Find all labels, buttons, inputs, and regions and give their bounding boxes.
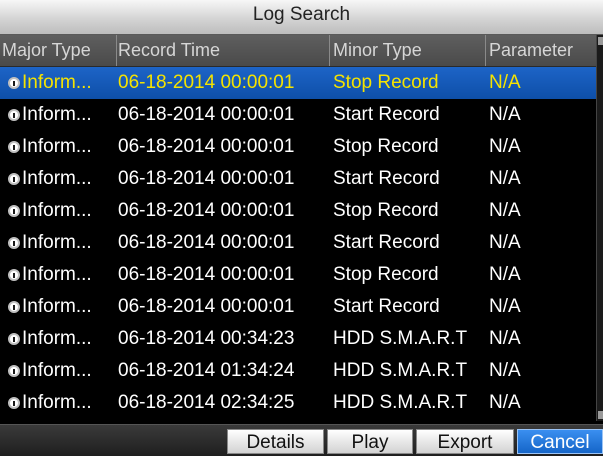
info-icon	[8, 141, 20, 153]
cell-major-type: Inform...	[22, 264, 92, 285]
cell-parameter: N/A	[489, 264, 521, 285]
vertical-scrollbar[interactable]	[596, 35, 603, 421]
cell-record-time: 06-18-2014 00:00:01	[118, 168, 295, 189]
play-button[interactable]: Play	[327, 429, 413, 454]
column-header-parameter[interactable]: Parameter	[489, 35, 593, 66]
cell-major-type: Inform...	[22, 232, 92, 253]
cell-minor-type: Start Record	[333, 104, 440, 125]
table-header: Major Type Record Time Minor Type Parame…	[0, 35, 603, 67]
scroll-up-arrow-icon[interactable]	[598, 37, 603, 45]
table-row[interactable]: Inform... 06-18-2014 00:00:01 Start Record…	[0, 227, 596, 259]
cell-parameter: N/A	[489, 72, 521, 93]
column-divider[interactable]	[485, 35, 486, 66]
cell-major-type: Inform...	[22, 296, 92, 317]
cell-record-time: 06-18-2014 00:00:01	[118, 200, 295, 221]
button-bar: Details Play Export Cancel	[0, 424, 603, 456]
cell-minor-type: HDD S.M.A.R.T	[333, 328, 468, 349]
window-title: Log Search	[252, 4, 351, 25]
info-icon	[8, 77, 20, 89]
cell-minor-type: Stop Record	[333, 264, 439, 285]
cell-parameter: N/A	[489, 360, 521, 381]
cell-minor-type: Start Record	[333, 296, 440, 317]
cell-minor-type: HDD S.M.A.R.T	[333, 360, 468, 381]
cell-parameter: N/A	[489, 200, 521, 221]
cell-minor-type: Stop Record	[333, 72, 439, 93]
cell-record-time: 06-18-2014 00:00:01	[118, 104, 295, 125]
title-bar: Log Search	[0, 0, 603, 35]
cell-minor-type: Stop Record	[333, 200, 439, 221]
table-row[interactable]: Inform... 06-18-2014 00:00:01 Stop Record N…	[0, 67, 596, 99]
cell-minor-type: Start Record	[333, 168, 440, 189]
cell-minor-type: Start Record	[333, 232, 440, 253]
cell-parameter: N/A	[489, 104, 521, 125]
info-icon	[8, 397, 20, 409]
cell-parameter: N/A	[489, 136, 521, 157]
table-row[interactable]: Inform... 06-18-2014 01:34:24 HDD S.M.A.R.…	[0, 355, 596, 387]
cell-major-type: Inform...	[22, 200, 92, 221]
info-icon	[8, 365, 20, 377]
cell-record-time: 06-18-2014 02:34:25	[118, 392, 295, 413]
column-divider[interactable]	[116, 35, 117, 66]
cell-parameter: N/A	[489, 168, 521, 189]
cell-major-type: Inform...	[22, 104, 92, 125]
column-header-major-type[interactable]: Major Type	[2, 35, 116, 66]
cell-record-time: 06-18-2014 00:00:01	[118, 296, 295, 317]
log-search-window: Log Search Major Type Record Time Minor …	[0, 0, 603, 456]
table-row[interactable]: Inform... 06-18-2014 00:00:01 Start Record…	[0, 291, 596, 323]
cell-parameter: N/A	[489, 232, 521, 253]
info-icon	[8, 109, 20, 121]
table-row[interactable]: Inform... 06-18-2014 00:00:01 Start Record…	[0, 99, 596, 131]
cell-parameter: N/A	[489, 328, 521, 349]
table-row[interactable]: Inform... 06-18-2014 02:34:25 HDD S.M.A.R.…	[0, 387, 596, 419]
cell-major-type: Inform...	[22, 392, 92, 413]
cell-major-type: Inform...	[22, 168, 92, 189]
table-row[interactable]: Inform... 06-18-2014 00:00:01 Stop Record N…	[0, 131, 596, 163]
table-row[interactable]: Inform... 06-18-2014 00:00:01 Stop Record N…	[0, 259, 596, 291]
cell-parameter: N/A	[489, 296, 521, 317]
info-icon	[8, 237, 20, 249]
cell-record-time: 06-18-2014 00:00:01	[118, 136, 295, 157]
cell-parameter: N/A	[489, 392, 521, 413]
info-icon	[8, 205, 20, 217]
scroll-down-arrow-icon[interactable]	[598, 411, 603, 419]
column-divider[interactable]	[329, 35, 330, 66]
details-button[interactable]: Details	[227, 429, 324, 454]
log-table: Inform... 06-18-2014 00:00:01 Stop Record N…	[0, 67, 596, 419]
cell-record-time: 06-18-2014 01:34:24	[118, 360, 295, 381]
info-icon	[8, 301, 20, 313]
table-row[interactable]: Inform... 06-18-2014 00:00:01 Stop Record N…	[0, 195, 596, 227]
column-header-record-time[interactable]: Record Time	[118, 35, 328, 66]
cell-minor-type: Stop Record	[333, 136, 439, 157]
cell-major-type: Inform...	[22, 360, 92, 381]
table-row[interactable]: Inform... 06-18-2014 00:00:01 Start Record…	[0, 163, 596, 195]
info-icon	[8, 333, 20, 345]
export-button[interactable]: Export	[416, 429, 514, 454]
cell-major-type: Inform...	[22, 72, 92, 93]
column-header-minor-type[interactable]: Minor Type	[333, 35, 483, 66]
cell-record-time: 06-18-2014 00:00:01	[118, 72, 295, 93]
cell-major-type: Inform...	[22, 328, 92, 349]
cell-record-time: 06-18-2014 00:34:23	[118, 328, 295, 349]
cell-record-time: 06-18-2014 00:00:01	[118, 264, 295, 285]
cancel-button[interactable]: Cancel	[517, 429, 603, 454]
info-icon	[8, 269, 20, 281]
cell-minor-type: HDD S.M.A.R.T	[333, 392, 468, 413]
info-icon	[8, 173, 20, 185]
cell-record-time: 06-18-2014 00:00:01	[118, 232, 295, 253]
cell-major-type: Inform...	[22, 136, 92, 157]
table-row[interactable]: Inform... 06-18-2014 00:34:23 HDD S.M.A.R.…	[0, 323, 596, 355]
